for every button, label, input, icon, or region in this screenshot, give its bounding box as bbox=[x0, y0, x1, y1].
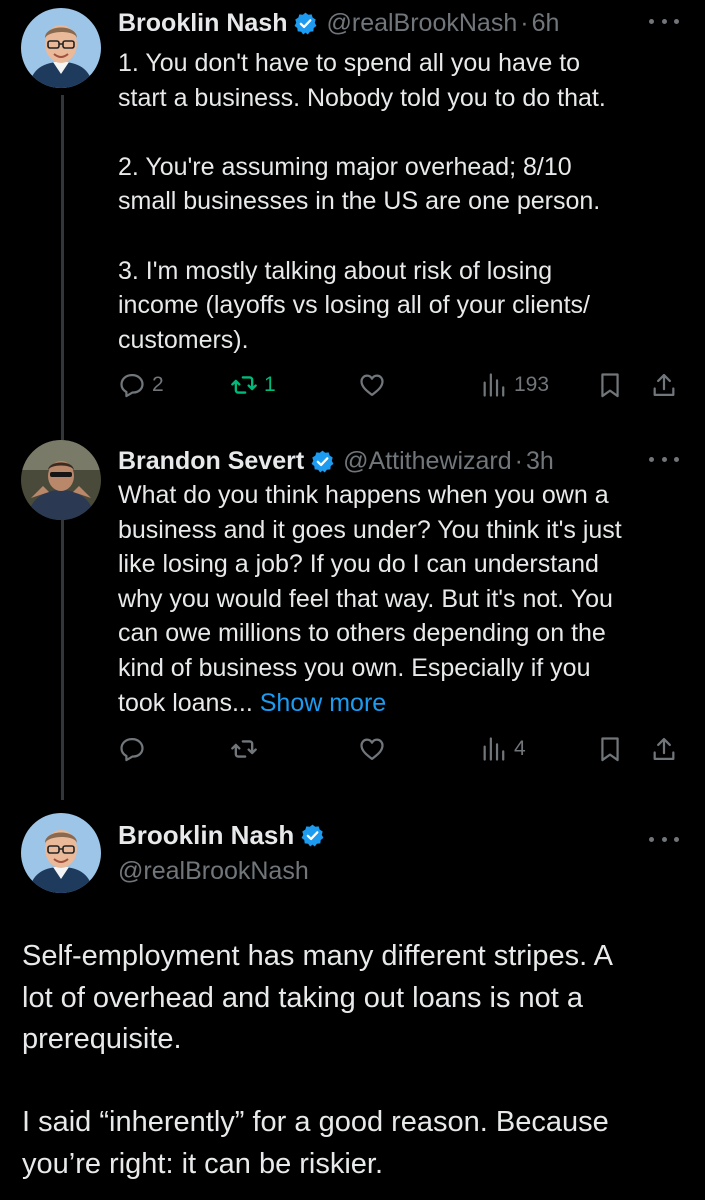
reply-button[interactable] bbox=[118, 732, 146, 766]
retweet-count: 1 bbox=[264, 373, 276, 396]
action-bar: 2 1 193 bbox=[118, 368, 688, 402]
reply-button[interactable]: 2 bbox=[118, 368, 164, 402]
like-icon bbox=[360, 374, 384, 397]
like-button[interactable] bbox=[358, 732, 386, 766]
action-bar: 4 bbox=[118, 732, 688, 766]
tweet[interactable]: Brandon Severt @Attithewizard · 3h What … bbox=[0, 444, 705, 774]
more-icon[interactable] bbox=[649, 828, 679, 850]
author-name[interactable]: Brooklin Nash bbox=[118, 818, 294, 852]
share-icon bbox=[653, 737, 675, 761]
verified-badge-icon bbox=[301, 824, 324, 846]
share-button[interactable] bbox=[650, 368, 678, 402]
tweet-text: What do you think happens when you own a… bbox=[118, 478, 688, 720]
like-icon bbox=[360, 738, 384, 761]
tweet-text-content: What do you think happens when you own a… bbox=[118, 481, 622, 717]
main-tweet-header: Brooklin Nash @realBrookNash bbox=[118, 818, 325, 888]
bookmark-button[interactable] bbox=[596, 732, 624, 766]
retweet-icon bbox=[231, 740, 257, 758]
views-count: 193 bbox=[514, 373, 550, 396]
retweet-button[interactable]: 1 bbox=[230, 368, 276, 402]
author-handle[interactable]: @Attithewizard bbox=[343, 444, 512, 478]
separator-dot: · bbox=[520, 9, 529, 37]
reply-icon bbox=[120, 737, 144, 762]
show-more-link[interactable]: Show more bbox=[260, 689, 386, 717]
author-handle[interactable]: @realBrookNash bbox=[118, 854, 325, 888]
views-button[interactable]: 193 bbox=[480, 368, 549, 402]
separator-dot: · bbox=[514, 447, 523, 475]
main-tweet: Brooklin Nash @realBrookNash Self-employ… bbox=[0, 818, 705, 1200]
bookmark-icon bbox=[601, 737, 619, 762]
tweet[interactable]: Brooklin Nash @realBrookNash · 6h 1. You… bbox=[0, 6, 705, 406]
more-icon[interactable] bbox=[649, 448, 679, 470]
views-count: 4 bbox=[514, 737, 526, 760]
reply-icon bbox=[120, 373, 144, 398]
author-name[interactable]: Brandon Severt bbox=[118, 444, 304, 478]
author-name[interactable]: Brooklin Nash bbox=[118, 6, 287, 40]
retweet-icon bbox=[231, 376, 257, 394]
timestamp[interactable]: 6h bbox=[532, 6, 560, 40]
tweet-text: Self-employment has many different strip… bbox=[22, 940, 614, 1180]
tweet-header: Brooklin Nash @realBrookNash · 6h bbox=[118, 6, 559, 40]
share-button[interactable] bbox=[650, 732, 678, 766]
views-button[interactable]: 4 bbox=[480, 732, 526, 766]
verified-badge-icon bbox=[295, 12, 317, 34]
like-button[interactable] bbox=[358, 368, 386, 402]
views-icon bbox=[483, 373, 505, 397]
retweet-button[interactable] bbox=[230, 732, 258, 766]
more-icon[interactable] bbox=[649, 10, 679, 32]
tweet-header: Brandon Severt @Attithewizard · 3h bbox=[118, 444, 554, 478]
reply-count: 2 bbox=[152, 373, 164, 396]
timestamp[interactable]: 3h bbox=[526, 444, 554, 478]
share-icon bbox=[653, 373, 675, 397]
verified-badge-icon bbox=[311, 450, 334, 472]
author-handle[interactable]: @realBrookNash bbox=[326, 6, 517, 40]
bookmark-icon bbox=[601, 373, 619, 398]
views-icon bbox=[483, 737, 505, 761]
bookmark-button[interactable] bbox=[596, 368, 624, 402]
tweet-text: 1. You don't have to spend all you have … bbox=[118, 49, 606, 354]
